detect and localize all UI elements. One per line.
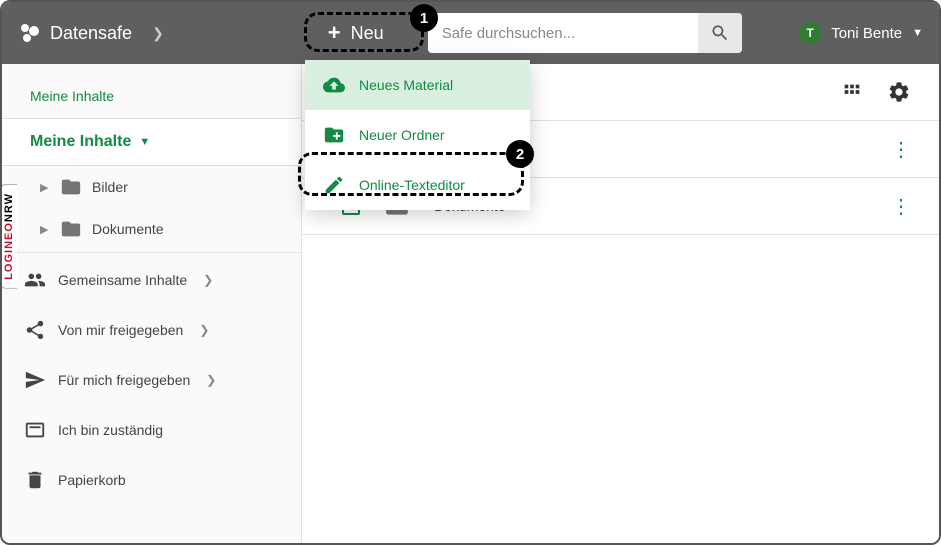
tree-item-label: Dokumente — [92, 221, 164, 237]
logo-icon — [18, 21, 42, 45]
tree-item-label: Bilder — [92, 179, 128, 195]
tree-item-bilder[interactable]: ▶ Bilder — [2, 166, 301, 208]
avatar: T — [799, 22, 821, 44]
sidebar-section-my-content[interactable]: Meine Inhalte ▼ — [2, 118, 301, 166]
tree-item-dokumente[interactable]: ▶ Dokumente — [2, 208, 301, 250]
user-name: Toni Bente — [831, 25, 902, 42]
chevron-down-icon: ▼ — [912, 27, 923, 39]
search-button[interactable] — [698, 13, 742, 53]
dropdown-label: Online-Texteditor — [359, 177, 465, 193]
more-icon[interactable]: ⋮ — [891, 137, 911, 162]
breadcrumb[interactable]: Meine Inhalte — [2, 74, 301, 118]
gear-icon[interactable] — [887, 80, 911, 104]
more-icon[interactable]: ⋮ — [891, 194, 911, 219]
chevron-right-icon: ❯ — [206, 373, 216, 387]
chevron-right-icon: ▶ — [40, 223, 50, 236]
new-folder-icon — [323, 124, 345, 146]
nav-label: Papierkorb — [58, 472, 126, 488]
plus-icon: + — [328, 20, 341, 46]
cloud-upload-icon — [323, 74, 345, 96]
grid-view-icon[interactable] — [841, 81, 863, 103]
sidebar-item-shared-with-me[interactable]: Für mich freigegeben ❯ — [2, 355, 301, 405]
trash-icon — [24, 469, 46, 491]
search-icon — [710, 23, 730, 43]
sidebar-item-shared[interactable]: Gemeinsame Inhalte ❯ — [2, 255, 301, 305]
breadcrumb-arrow-icon: ❯ — [152, 25, 164, 42]
send-icon — [24, 369, 46, 391]
search-container — [428, 13, 742, 53]
new-dropdown: Neues Material Neuer Ordner Online-Texte… — [305, 60, 530, 210]
nav-label: Von mir freigegeben — [58, 322, 183, 338]
dropdown-item-new-folder[interactable]: Neuer Ordner — [305, 110, 530, 160]
share-icon — [24, 319, 46, 341]
chevron-down-icon: ▼ — [139, 136, 150, 148]
section-label: Meine Inhalte — [30, 133, 131, 151]
chevron-right-icon: ❯ — [199, 323, 209, 337]
user-menu[interactable]: T Toni Bente ▼ — [799, 22, 923, 44]
chevron-right-icon: ▶ — [40, 181, 50, 194]
edit-icon — [323, 174, 345, 196]
nav-label: Ich bin zuständig — [58, 422, 163, 438]
dropdown-label: Neues Material — [359, 77, 453, 93]
app-frame: Datensafe ❯ + Neu T Toni Bente ▼ LOGINEO… — [0, 0, 941, 545]
folder-icon — [60, 218, 82, 240]
nav-label: Für mich freigegeben — [58, 372, 190, 388]
chevron-right-icon: ❯ — [203, 273, 213, 287]
app-logo[interactable]: Datensafe ❯ — [18, 21, 164, 45]
search-input[interactable] — [428, 13, 698, 53]
assignment-icon — [24, 419, 46, 441]
dropdown-item-new-material[interactable]: Neues Material — [305, 60, 530, 110]
dropdown-item-text-editor[interactable]: Online-Texteditor — [305, 160, 530, 210]
app-title: Datensafe — [50, 23, 132, 44]
new-button-label: Neu — [351, 23, 384, 44]
sidebar: LOGINEONRW Meine Inhalte Meine Inhalte ▼… — [2, 64, 302, 543]
app-header: Datensafe ❯ + Neu T Toni Bente ▼ — [2, 2, 939, 64]
brand-tag[interactable]: LOGINEONRW — [0, 184, 17, 289]
sidebar-item-trash[interactable]: Papierkorb — [2, 455, 301, 505]
new-button[interactable]: + Neu — [314, 12, 398, 54]
sidebar-item-shared-by-me[interactable]: Von mir freigegeben ❯ — [2, 305, 301, 355]
dropdown-label: Neuer Ordner — [359, 127, 445, 143]
folder-icon — [60, 176, 82, 198]
nav-label: Gemeinsame Inhalte — [58, 272, 187, 288]
group-icon — [24, 269, 46, 291]
sidebar-item-responsible[interactable]: Ich bin zuständig — [2, 405, 301, 455]
